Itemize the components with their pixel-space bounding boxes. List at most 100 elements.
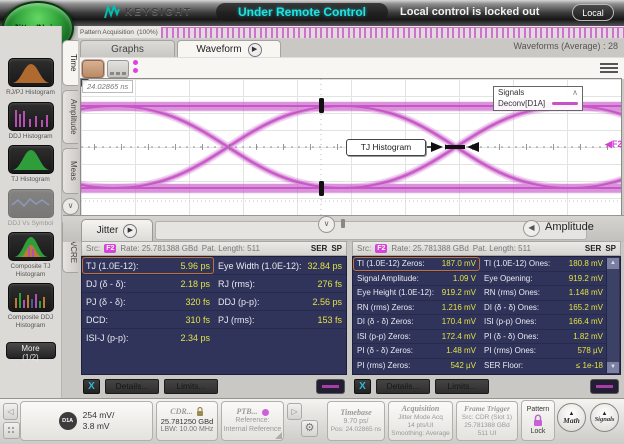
sidebar-item-rjpj-histogram[interactable]: RJ/PJ Histogram bbox=[2, 58, 60, 97]
tab-play-icon[interactable]: ▶ bbox=[247, 42, 262, 57]
measurement-cell[interactable]: DJ (δ - δ): 2.18 ps bbox=[82, 275, 214, 292]
legend-collapse-icon[interactable]: ∧ bbox=[572, 88, 578, 97]
amplitude-close-button[interactable]: X bbox=[354, 378, 371, 394]
measurement-value: 919.2 mV bbox=[568, 273, 603, 283]
single-display-mode-icon[interactable] bbox=[82, 60, 104, 78]
split-collapse-icon[interactable]: ∨ bbox=[318, 216, 335, 233]
measurement-cell[interactable]: ISI (p-p) Ones: 166.4 mV bbox=[480, 315, 607, 329]
measurement-cell[interactable]: PI (rms) Zeros: 542 µV bbox=[353, 359, 480, 374]
measurement-cell[interactable]: PI (δ - δ) Zeros: 1.48 mV bbox=[353, 344, 480, 358]
jitter-close-button[interactable]: X bbox=[83, 378, 100, 394]
measurement-cell[interactable]: PJ (rms): 153 fs bbox=[214, 311, 346, 328]
measurement-cell[interactable]: PI (δ - δ) Ones: 1.82 mV bbox=[480, 330, 607, 344]
jitter-trace-color-swatch[interactable] bbox=[316, 378, 345, 394]
measurement-label: DDJ (p-p): bbox=[218, 296, 260, 307]
sidebar-item-ddj-histogram[interactable]: DDJ Histogram bbox=[2, 101, 60, 141]
ptb-panel[interactable]: PTB... Reference: Internal Reference bbox=[221, 401, 284, 441]
tab-graphs[interactable]: Graphs bbox=[80, 40, 175, 58]
sidebar-item-composite-ddj-histogram[interactable]: Composite DDJ Histogram bbox=[2, 283, 60, 329]
ser-button[interactable]: SER bbox=[311, 244, 327, 253]
measurement-cell[interactable]: TJ (1.0E-12): 5.96 ps bbox=[82, 257, 214, 274]
frame-trigger-panel[interactable]: Frame Trigger Src: CDR (Slot 1) 25.78138… bbox=[456, 401, 518, 441]
scroll-up-icon[interactable]: ▲ bbox=[607, 258, 619, 269]
measurement-cell[interactable]: RN (rms) Ones: 1.148 mV bbox=[480, 286, 607, 300]
measurement-value: 1.09 V bbox=[452, 273, 476, 283]
math-button[interactable]: ▲ Math bbox=[557, 403, 586, 432]
measurement-cell[interactable] bbox=[214, 329, 346, 347]
sp-button[interactable]: SP bbox=[331, 244, 342, 253]
channel-panel[interactable]: D1A 254 mV/ 3.8 mV bbox=[20, 401, 153, 441]
channel-offset: 3.8 mV bbox=[82, 421, 110, 431]
split-display-mode-icon[interactable] bbox=[107, 60, 129, 78]
measurement-cell[interactable]: ISI-J (p-p): 2.34 ps bbox=[82, 329, 214, 347]
measurement-cell[interactable]: DCD: 310 fs bbox=[82, 311, 214, 328]
amplitude-panel-header: Src: F2 Rate: 25.781388 GBd Pat. Length:… bbox=[352, 241, 621, 256]
cdr-panel[interactable]: CDR... 25.781250 GBd LBW: 10.00 MHz bbox=[156, 401, 218, 441]
measurement-cell[interactable]: TI (1.0E-12) Zeros: 187.0 mV bbox=[353, 257, 480, 271]
tj-histogram-annotation[interactable]: TJ Histogram bbox=[346, 139, 426, 156]
panel-grid-button[interactable] bbox=[3, 422, 20, 439]
plot-menu-icon[interactable] bbox=[600, 61, 618, 75]
measurement-cell[interactable]: ISI (p-p) Zeros: 172.4 mV bbox=[353, 330, 480, 344]
local-button[interactable]: Local bbox=[572, 4, 614, 21]
measurement-cell[interactable]: Eye Width (1.0E-12): 32.84 ps bbox=[214, 257, 346, 274]
sidebar-item-tj-histogram[interactable]: TJ Histogram bbox=[2, 145, 60, 184]
sidebar-item-composite-tj-histogram[interactable]: Composite TJ Histogram bbox=[2, 232, 60, 278]
settings-gear-icon[interactable]: ⚙ bbox=[301, 420, 318, 437]
measurement-cell[interactable]: RN (rms) Zeros: 1.216 mV bbox=[353, 301, 480, 315]
acquisition-title: Acquisition bbox=[401, 403, 440, 413]
side-tab-time[interactable]: Time bbox=[62, 40, 78, 86]
measurement-cell[interactable]: Eye Height (1.0E-12): 919.2 mV bbox=[353, 286, 480, 300]
sp-button[interactable]: SP bbox=[605, 244, 616, 253]
sidebar-item-ddj-vs-symbol[interactable]: DDJ Vs Symbol bbox=[2, 188, 60, 228]
measurement-cell[interactable]: DI (δ - δ) Ones: 165.2 mV bbox=[480, 301, 607, 315]
measurement-cell[interactable]: RJ (rms): 276 fs bbox=[214, 275, 346, 292]
amplitude-trace-color-swatch[interactable] bbox=[590, 378, 619, 394]
more-graphs-button[interactable]: More (1/2) bbox=[5, 342, 56, 362]
acquisition-panel[interactable]: Acquisition Jitter Mode Acq 14 pts/UI Sm… bbox=[388, 401, 453, 441]
scroll-left-button[interactable]: ◁ bbox=[3, 403, 18, 420]
tj-histogram-thumbnail-icon bbox=[7, 145, 54, 174]
measurement-cell[interactable]: SER Floor: ≤ 1e-18 bbox=[480, 359, 607, 374]
measurement-value: 1.82 mV bbox=[573, 331, 603, 341]
sidebar-item-label: DDJ Histogram bbox=[8, 132, 53, 140]
measurement-cell[interactable]: TI (1.0E-12) Ones: 180.8 mV bbox=[480, 257, 607, 271]
side-tabs-collapse-icon[interactable]: ∨ bbox=[62, 198, 79, 215]
tab-jitter-results[interactable]: Jitter ▶ bbox=[81, 219, 153, 242]
scroll-down-icon[interactable]: ▼ bbox=[607, 362, 619, 373]
jitter-limits-button[interactable]: Limits... bbox=[164, 378, 218, 394]
measurement-value: 276 fs bbox=[317, 278, 342, 289]
scroll-right-button[interactable]: ▷ bbox=[287, 403, 302, 420]
jitter-play-icon[interactable]: ▶ bbox=[123, 223, 138, 238]
pattern-lock-button[interactable]: Pattern Lock bbox=[521, 400, 555, 441]
measurement-cell[interactable]: PI (rms) Ones: 578 µV bbox=[480, 344, 607, 358]
measurement-label: RJ (rms): bbox=[218, 278, 255, 289]
amplitude-scrollbar[interactable]: ▲ ▼ bbox=[606, 258, 619, 373]
amplitude-expand-icon[interactable]: ◀ bbox=[523, 220, 540, 237]
tab-waveform[interactable]: Waveform ▶ bbox=[177, 40, 281, 58]
pattern-length-label: Pat. Length: 511 bbox=[201, 244, 260, 253]
measurement-cell[interactable]: Signal Amplitude: 1.09 V bbox=[353, 272, 480, 286]
jitter-details-button[interactable]: Details... bbox=[105, 378, 159, 394]
side-tab-amplitude[interactable]: Amplitude bbox=[62, 90, 78, 144]
measurement-cell[interactable]: DDJ (p-p): 2.56 ps bbox=[214, 293, 346, 310]
split-drag-handle-icon[interactable] bbox=[341, 219, 345, 228]
f2-marker-label: F2 bbox=[611, 139, 623, 149]
ser-button[interactable]: SER bbox=[585, 244, 601, 253]
split-divider-strip[interactable] bbox=[155, 221, 587, 240]
titlebar: KEYSIGHT Under Remote Control Local cont… bbox=[0, 0, 624, 26]
amplitude-details-button[interactable]: Details... bbox=[376, 378, 430, 394]
measurement-cell[interactable]: Eye Opening: 919.2 mV bbox=[480, 272, 607, 286]
side-tab-meas[interactable]: Meas bbox=[62, 148, 78, 194]
waveform-plot[interactable]: 24.02865 ns Signals ∧ Deconv[D1A] TJ His… bbox=[80, 78, 622, 216]
measurement-value: 172.4 mV bbox=[441, 331, 476, 341]
signals-button[interactable]: ▲ Signals bbox=[590, 403, 619, 432]
table-row: ISI-J (p-p): 2.34 ps bbox=[82, 329, 346, 347]
measurement-value: ≤ 1e-18 bbox=[575, 361, 603, 371]
amplitude-limits-button[interactable]: Limits... bbox=[435, 378, 489, 394]
measurement-cell[interactable]: PJ (δ - δ): 320 fs bbox=[82, 293, 214, 310]
timebase-panel[interactable]: Timebase 9.70 ps/ Pos: 24.02865 ns bbox=[327, 401, 385, 441]
measurement-cell[interactable]: DI (δ - δ) Zeros: 170.4 mV bbox=[353, 315, 480, 329]
signals-legend[interactable]: Signals ∧ Deconv[D1A] bbox=[493, 86, 583, 111]
tab-amplitude-results[interactable]: Amplitude bbox=[545, 221, 594, 233]
